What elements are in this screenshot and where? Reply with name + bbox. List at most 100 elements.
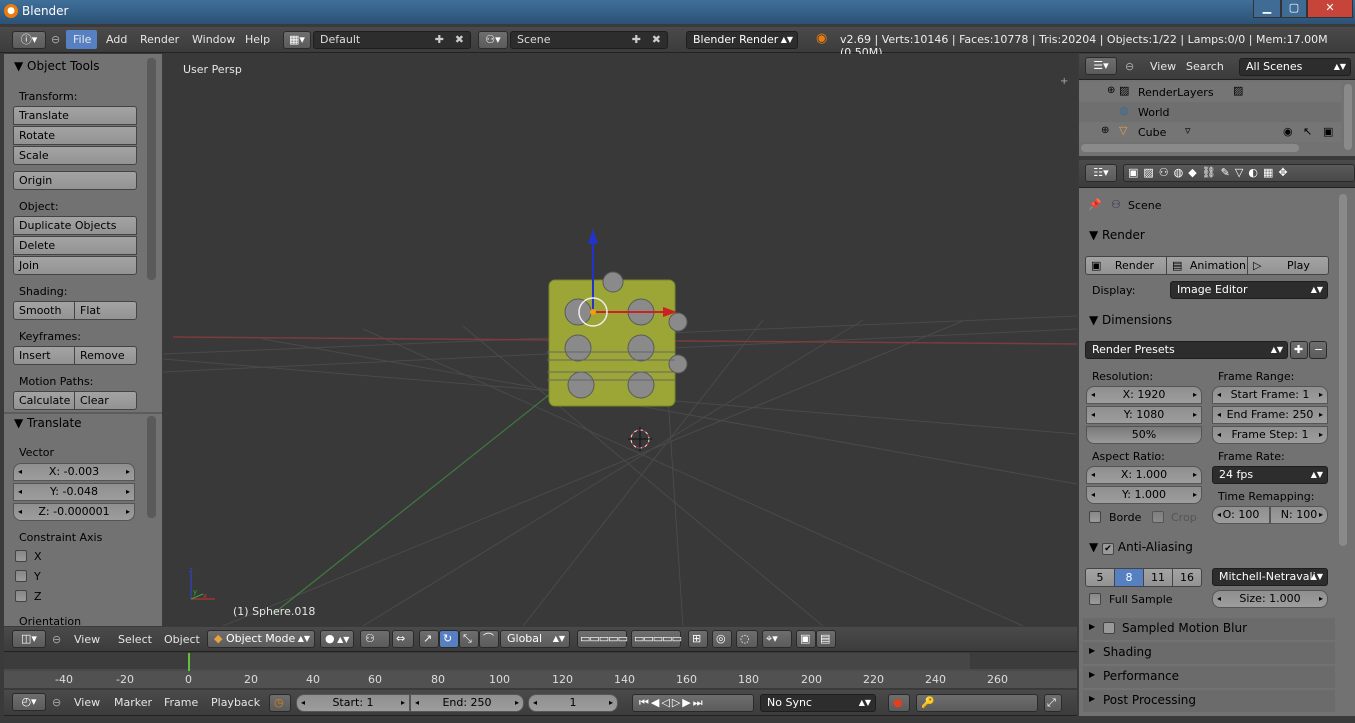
collapse-icon[interactable]: ⊖ <box>1125 60 1134 73</box>
aa-samples-11[interactable]: 11 <box>1143 568 1173 587</box>
timeline-menu-frame[interactable]: Frame <box>164 696 198 709</box>
anti-aliasing-checkbox[interactable]: ✔ <box>1102 543 1115 555</box>
time-remap-old-field[interactable]: ◂ O: 100 <box>1212 506 1270 524</box>
full-sample-checkbox[interactable] <box>1089 593 1101 605</box>
snap-target-icon[interactable]: ⌖▾ <box>762 630 792 648</box>
keying-add-icon[interactable]: ⤢ <box>1044 694 1062 712</box>
minimize-button[interactable]: ▁ <box>1253 0 1281 18</box>
anti-aliasing-panel-header[interactable]: ▼ ✔ Anti-Aliasing <box>1089 540 1193 555</box>
outliner-row[interactable]: ⊕ ▨ RenderLayers ▨ <box>1079 82 1341 102</box>
add-icon[interactable]: ✚ <box>632 32 641 48</box>
outliner-row[interactable]: ◍ World <box>1079 102 1341 122</box>
current-frame-marker[interactable] <box>188 653 190 671</box>
rotate-button[interactable]: Rotate <box>13 126 137 145</box>
time-remap-new-field[interactable]: N: 100 ▸ <box>1270 506 1328 524</box>
end-frame-field[interactable]: ◂ End: 250 ▸ <box>410 694 524 712</box>
rotate-manipulator-icon[interactable]: ↻ <box>439 630 459 648</box>
render-panel-header[interactable]: ▼ Render <box>1089 228 1145 242</box>
start-frame-field[interactable]: ◂ Start: 1 ▸ <box>296 694 410 712</box>
render-image-icon[interactable]: ▣ <box>796 630 816 648</box>
expand-icon[interactable]: ⊕ <box>1101 125 1109 136</box>
x-icon[interactable]: ✖ <box>455 32 464 48</box>
vector-x-field[interactable]: ◂ X: -0.003 ▸ <box>13 463 135 481</box>
viewport-shading-select[interactable]: ● ▲▼ <box>320 630 354 648</box>
layout-icon[interactable]: ▦▾ <box>283 31 311 49</box>
outliner-editor-icon[interactable]: ☰▾ <box>1085 57 1117 75</box>
rotate-gizmo-icon[interactable]: ⌒ <box>479 630 499 648</box>
preview-range-icon[interactable]: ◷ <box>269 694 291 712</box>
border-checkbox[interactable] <box>1089 511 1101 523</box>
viewport-3d[interactable]: User Persp z y x (1) Sphere.018 + <box>163 54 1077 626</box>
playback-controls[interactable]: ⏮◀◁▷▶⏭ <box>632 694 754 712</box>
lock-icon[interactable]: ⊞ <box>688 630 708 648</box>
menu-object[interactable]: Object <box>164 633 200 646</box>
calculate-button[interactable]: Calculate <box>13 391 75 410</box>
maximize-button[interactable]: ▢ <box>1281 0 1307 18</box>
outliner-item-renderlayers[interactable]: RenderLayers <box>1138 86 1214 99</box>
render-animation-icon[interactable]: ▤ <box>816 630 836 648</box>
vector-y-field[interactable]: ◂ Y: -0.048 ▸ <box>13 483 135 501</box>
collapse-icon[interactable]: ⊖ <box>52 696 61 709</box>
object-tools-header[interactable]: ▼ Object Tools <box>14 59 100 73</box>
add-preset-icon[interactable]: ✚ <box>1290 341 1308 359</box>
menu-help[interactable]: Help <box>245 33 270 46</box>
performance-panel[interactable]: ▶ Performance <box>1083 666 1335 688</box>
resolution-x-field[interactable]: ◂ X: 1920 ▸ <box>1086 386 1202 404</box>
fps-select[interactable]: 24 fps ▲▼ <box>1212 466 1328 484</box>
snap-icon[interactable]: ◌ <box>736 630 758 648</box>
cursor-select-icon[interactable]: ↖ <box>1303 125 1312 138</box>
shading-panel[interactable]: ▶ Shading <box>1083 642 1335 664</box>
aspect-x-field[interactable]: ◂ X: 1.000 ▸ <box>1086 466 1202 484</box>
filter-size-field[interactable]: ◂ Size: 1.000 ▸ <box>1212 590 1328 608</box>
flat-button[interactable]: Flat <box>74 301 137 320</box>
start-frame-prop-field[interactable]: ◂ Start Frame: 1 ▸ <box>1212 386 1328 404</box>
aa-samples-16[interactable]: 16 <box>1172 568 1202 587</box>
translate-operator-header[interactable]: ▼ Translate <box>14 416 82 430</box>
motion-blur-panel[interactable]: ▶ Sampled Motion Blur <box>1083 618 1335 640</box>
eye-icon[interactable]: ◉ <box>1283 125 1293 138</box>
menu-view[interactable]: View <box>74 633 100 646</box>
resolution-percentage-slider[interactable]: 50% <box>1086 426 1202 444</box>
proportional-edit-icon[interactable]: ◎ <box>712 630 732 648</box>
translate-manipulator-icon[interactable]: ↗ <box>419 630 439 648</box>
x-icon[interactable]: ✖ <box>652 32 661 48</box>
outliner-item-cube[interactable]: Cube <box>1138 126 1166 139</box>
constraint-z-checkbox[interactable] <box>15 590 27 602</box>
scale-button[interactable]: Scale <box>13 146 137 165</box>
aspect-y-field[interactable]: ◂ Y: 1.000 ▸ <box>1086 486 1202 504</box>
vector-z-field[interactable]: ◂ Z: -0.000001 ▸ <box>13 503 135 521</box>
aa-samples-8[interactable]: 8 <box>1114 568 1144 587</box>
outliner-hscroll[interactable] <box>1081 144 1299 152</box>
menu-render[interactable]: Render <box>140 33 179 46</box>
aa-samples-5[interactable]: 5 <box>1085 568 1115 587</box>
outliner-item-world[interactable]: World <box>1138 106 1170 119</box>
render-presets-select[interactable]: Render Presets ▲▼ <box>1085 341 1288 359</box>
origin-button[interactable]: Origin <box>13 171 137 190</box>
keying-set-field[interactable]: 🔑 <box>916 694 1038 712</box>
timeline-menu-marker[interactable]: Marker <box>114 696 152 709</box>
layer-buttons-2[interactable]: ▭▭▭▭▭ <box>631 630 682 648</box>
timeline[interactable]: -40 -20 0 20 40 60 80 100 120 140 160 18… <box>4 653 1077 688</box>
end-frame-prop-field[interactable]: ◂ End Frame: 250 ▸ <box>1212 406 1328 424</box>
scene-field[interactable]: Scene ✚ ✖ <box>510 31 668 49</box>
outliner-row[interactable]: ⊕ ▽ Cube ▿ ◉ ↖ ▣ <box>1079 122 1341 142</box>
screen-layout-field[interactable]: Default ✚ ✖ <box>313 31 471 49</box>
timeline-menu-view[interactable]: View <box>74 696 100 709</box>
menu-select[interactable]: Select <box>118 633 152 646</box>
scene-icon[interactable]: ⚇▾ <box>478 31 508 49</box>
properties-scrollbar[interactable] <box>1339 194 1347 546</box>
remove-keyframe-button[interactable]: Remove <box>74 346 137 365</box>
close-button[interactable]: ✕ <box>1307 0 1353 18</box>
clear-button[interactable]: Clear <box>74 391 137 410</box>
post-processing-panel[interactable]: ▶ Post Processing <box>1083 690 1335 712</box>
add-icon[interactable]: ✚ <box>435 32 444 48</box>
collapse-icon[interactable]: ⊖ <box>52 633 61 646</box>
timeline-menu-playback[interactable]: Playback <box>211 696 260 709</box>
menu-add[interactable]: Add <box>106 33 127 46</box>
render-button[interactable]: ▣ Render <box>1085 256 1167 275</box>
display-select[interactable]: Image Editor ▲▼ <box>1170 281 1328 299</box>
editor-type-icon[interactable]: ◫▾ <box>12 630 46 648</box>
outliner-vscroll[interactable] <box>1344 84 1352 150</box>
resolution-y-field[interactable]: ◂ Y: 1080 ▸ <box>1086 406 1202 424</box>
transform-orientation-select[interactable]: Global ▲▼ <box>500 630 570 648</box>
